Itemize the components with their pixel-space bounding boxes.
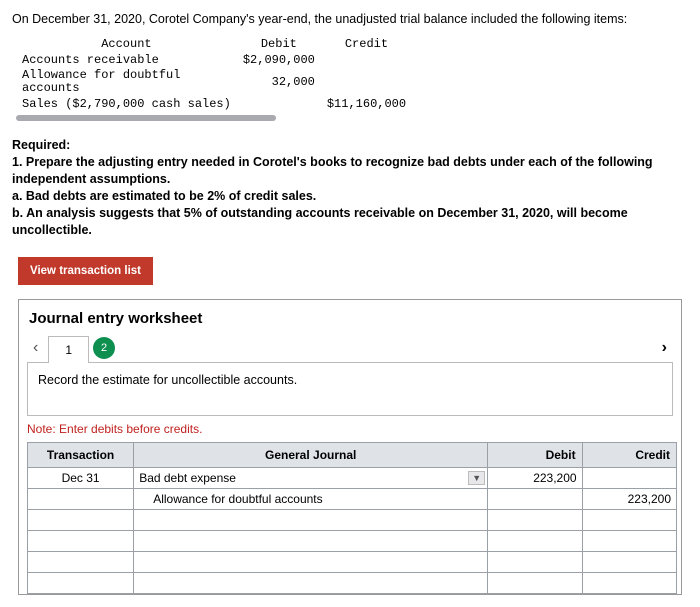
table-row: Dec 31 ▼ [28,467,677,488]
debit-input[interactable] [493,555,576,569]
account-input[interactable] [139,492,482,506]
tb-head-credit: Credit [321,36,412,52]
debit-input[interactable] [493,513,576,527]
tb-cell: Sales ($2,790,000 cash sales) [16,96,237,112]
gj-cell[interactable] [134,551,488,572]
intro-text: On December 31, 2020, Corotel Company's … [12,12,688,26]
credit-input[interactable] [588,513,671,527]
debit-input[interactable] [493,471,576,485]
tb-head-account: Account [16,36,237,52]
required-line1: 1. Prepare the adjusting entry needed in… [12,155,653,186]
credit-cell[interactable] [582,488,676,509]
debit-input[interactable] [493,576,576,590]
txn-date [28,551,134,572]
note-text: Note: Enter debits before credits. [27,422,673,436]
table-row [28,488,677,509]
view-transaction-list-button[interactable]: View transaction list [18,257,153,285]
tb-head-debit: Debit [237,36,321,52]
gj-cell[interactable] [134,488,488,509]
credit-input[interactable] [588,471,671,485]
col-general-journal: General Journal [134,442,488,467]
account-input[interactable] [139,534,482,548]
table-row [28,509,677,530]
account-input[interactable] [139,555,482,569]
tb-cell [321,68,412,96]
debit-cell[interactable] [488,572,582,593]
debit-cell[interactable] [488,509,582,530]
dropdown-icon[interactable]: ▼ [468,471,485,485]
gj-cell[interactable] [134,530,488,551]
txn-date [28,488,134,509]
debit-input[interactable] [493,534,576,548]
tb-cell: Accounts receivable [16,52,237,68]
tb-cell [237,96,321,112]
tab-2[interactable]: 2 [93,337,115,359]
journal-entry-table: Transaction General Journal Debit Credit… [27,442,677,594]
credit-cell[interactable] [582,551,676,572]
required-section: Required: 1. Prepare the adjusting entry… [12,137,688,238]
tb-cell: $2,090,000 [237,52,321,68]
table-row [28,572,677,593]
chevron-left-icon[interactable]: ‹ [27,339,44,357]
account-input[interactable] [139,513,482,527]
col-debit: Debit [488,442,582,467]
debit-cell[interactable] [488,530,582,551]
gj-cell[interactable] [134,572,488,593]
required-heading: Required: [12,138,70,152]
txn-date: Dec 31 [28,467,134,488]
scrollbar-track[interactable] [16,115,276,121]
tb-cell: 32,000 [237,68,321,96]
account-input[interactable] [139,576,482,590]
credit-input[interactable] [588,534,671,548]
debit-cell[interactable] [488,551,582,572]
journal-worksheet: Journal entry worksheet ‹ 1 2 › Record t… [18,299,682,595]
gj-cell[interactable] [134,509,488,530]
credit-cell[interactable] [582,572,676,593]
credit-cell[interactable] [582,509,676,530]
debit-cell[interactable] [488,467,582,488]
col-transaction: Transaction [28,442,134,467]
txn-date [28,530,134,551]
txn-date [28,572,134,593]
account-input[interactable] [139,471,482,485]
required-a: a. Bad debts are estimated to be 2% of c… [12,189,316,203]
required-b: b. An analysis suggests that 5% of outst… [12,206,628,237]
credit-cell[interactable] [582,530,676,551]
credit-cell[interactable] [582,467,676,488]
debit-cell[interactable] [488,488,582,509]
table-row [28,530,677,551]
debit-input[interactable] [493,492,576,506]
worksheet-title: Journal entry worksheet [29,310,673,327]
credit-input[interactable] [588,555,671,569]
chevron-right-icon[interactable]: › [656,339,673,357]
trial-balance-table: Account Debit Credit Accounts receivable… [16,36,412,112]
tab-1[interactable]: 1 [48,336,89,363]
tb-cell: $11,160,000 [321,96,412,112]
tab-row: ‹ 1 2 › [27,335,673,362]
credit-input[interactable] [588,492,671,506]
tb-cell: Allowance for doubtfulaccounts [16,68,237,96]
instruction-box: Record the estimate for uncollectible ac… [27,362,673,416]
tb-cell [321,52,412,68]
credit-input[interactable] [588,576,671,590]
col-credit: Credit [582,442,676,467]
table-row [28,551,677,572]
txn-date [28,509,134,530]
gj-cell[interactable]: ▼ [134,467,488,488]
